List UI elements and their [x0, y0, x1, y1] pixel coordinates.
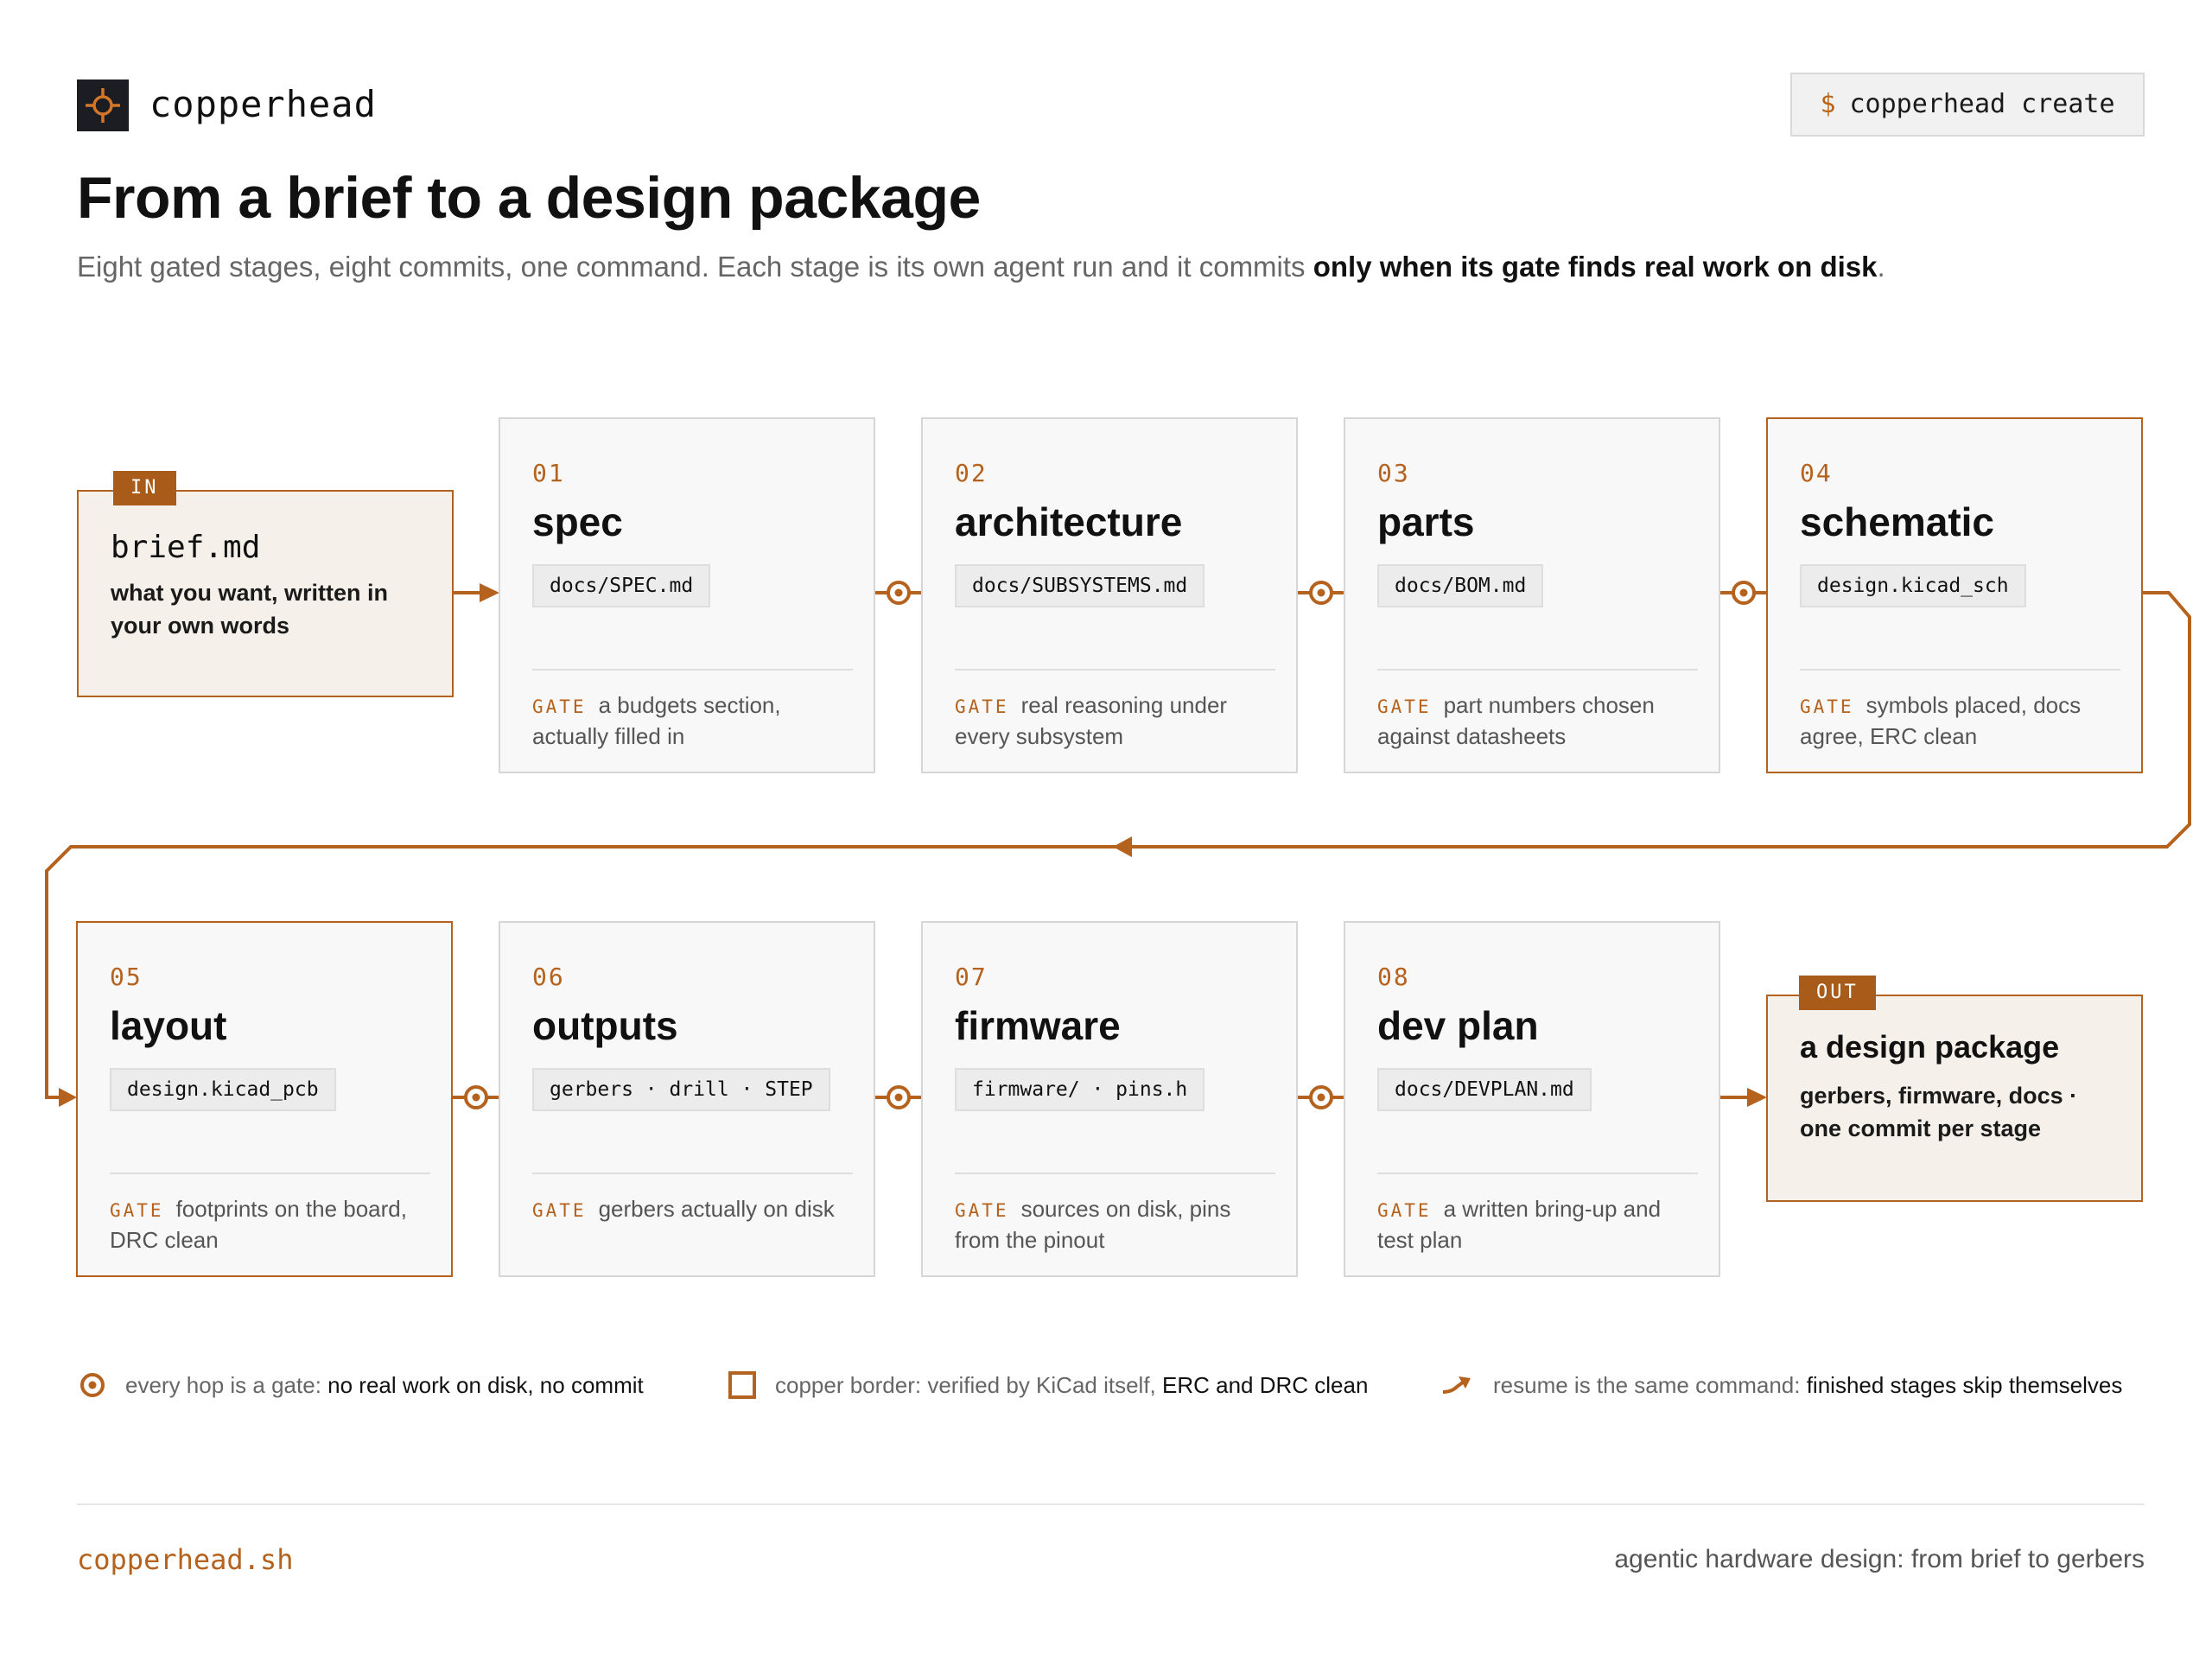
- stage-name: dev plan: [1377, 1003, 1539, 1048]
- stage-name: outputs: [532, 1003, 678, 1048]
- gate-label: GATE: [110, 1200, 164, 1221]
- gate-hop-icon: [80, 1373, 105, 1397]
- stage-gate: GATE footprints on the board, DRC clean: [110, 1194, 430, 1255]
- card-divider: [1800, 669, 2120, 671]
- stage-name: schematic: [1800, 499, 1995, 544]
- stage-name: layout: [110, 1003, 227, 1048]
- stage-number: 05: [110, 963, 143, 991]
- footer-tagline: agentic hardware design: from brief to g…: [1614, 1545, 2145, 1573]
- legend-item-gate: every hop is a gate: no real work on dis…: [77, 1363, 644, 1407]
- card-divider: [955, 669, 1275, 671]
- gate-label: GATE: [955, 1200, 1009, 1221]
- footer-site-link[interactable]: copperhead.sh: [77, 1543, 293, 1576]
- card-divider: [1377, 1173, 1698, 1174]
- resume-arrow-icon: [1442, 1376, 1471, 1394]
- stage-gate: GATE sources on disk, pins from the pinou…: [955, 1194, 1275, 1255]
- legend-text: copper border: verified by KiCad itself,…: [775, 1371, 1369, 1398]
- stage-gate: GATE real reasoning under every subsystem: [955, 690, 1275, 751]
- output-title: a design package: [1800, 1029, 2060, 1065]
- input-description: what you want, written in your own words: [111, 580, 389, 639]
- stage-file: design.kicad_pcb: [110, 1068, 336, 1111]
- gate-text: gerbers actually on disk: [598, 1196, 835, 1222]
- stage-gate: GATE part numbers chosen against datashee…: [1377, 690, 1698, 751]
- legend: every hop is a gate: no real work on dis…: [77, 1363, 2145, 1407]
- stage-name: parts: [1377, 499, 1475, 544]
- stage-file: docs/SUBSYSTEMS.md: [955, 564, 1205, 607]
- legend-item-copper: copper border: verified by KiCad itself,…: [727, 1363, 1368, 1407]
- stage-name: spec: [532, 499, 623, 544]
- stage-gate: GATE symbols placed, docs agree, ERC clea…: [1800, 690, 2120, 751]
- stage-card-outputs[interactable]: 06 outputs gerbers · drill · STEP GATE ge…: [499, 921, 875, 1277]
- stage-file: docs/BOM.md: [1377, 564, 1544, 607]
- card-divider: [532, 1173, 853, 1174]
- output-box: a design package gerbers, firmware, docs…: [1766, 995, 2143, 1202]
- gate-label: GATE: [1377, 1200, 1432, 1221]
- output-description: gerbers, firmware, docs · one commit per…: [1800, 1083, 2078, 1141]
- stage-file: docs/DEVPLAN.md: [1377, 1068, 1592, 1111]
- legend-text: every hop is a gate: no real work on dis…: [125, 1371, 644, 1398]
- stage-card-schematic[interactable]: 04 schematic design.kicad_sch GATE symbol…: [1766, 417, 2143, 773]
- stage-number: 01: [532, 459, 565, 487]
- gate-label: GATE: [1377, 696, 1432, 717]
- stage-gate: GATE a budgets section, actually filled i…: [532, 690, 853, 751]
- stage-name: architecture: [955, 499, 1183, 544]
- stage-file: firmware/ · pins.h: [955, 1068, 1205, 1111]
- stage-card-spec[interactable]: 01 spec docs/SPEC.md GATE a budgets secti…: [499, 417, 875, 773]
- footer-divider: [77, 1503, 2145, 1505]
- input-box: brief.md what you want, written in your …: [77, 490, 454, 697]
- gate-label: GATE: [1800, 696, 1854, 717]
- gate-label: GATE: [532, 696, 587, 717]
- legend-text: resume is the same command: finished sta…: [1493, 1371, 2123, 1398]
- stage-name: firmware: [955, 1003, 1121, 1048]
- stage-card-layout[interactable]: 05 layout design.kicad_pcb GATE footprint…: [76, 921, 453, 1277]
- stage-gate: GATE gerbers actually on disk: [532, 1194, 853, 1225]
- arrowhead-in: [480, 583, 499, 602]
- gate-label: GATE: [955, 696, 1009, 717]
- stage-number: 04: [1800, 459, 1833, 487]
- arrowhead-layout: [59, 1088, 77, 1107]
- stage-number: 03: [1377, 459, 1410, 487]
- stage-card-dev-plan[interactable]: 08 dev plan docs/DEVPLAN.md GATE a writte…: [1344, 921, 1720, 1277]
- stage-gate: GATE a written bring-up and test plan: [1377, 1194, 1698, 1255]
- copper-square-icon: [728, 1371, 756, 1399]
- stage-number: 07: [955, 963, 988, 991]
- flow-connectors: [45, 581, 2191, 1109]
- input-tag: IN: [113, 471, 176, 505]
- stage-card-architecture[interactable]: 02 architecture docs/SUBSYSTEMS.md GATE r…: [921, 417, 1298, 773]
- arrowhead-wrap: [1113, 836, 1132, 857]
- arrowhead-out: [1747, 1088, 1767, 1107]
- card-divider: [110, 1173, 430, 1174]
- stage-file: design.kicad_sch: [1800, 564, 2026, 607]
- legend-item-resume: resume is the same command: finished sta…: [1440, 1363, 2122, 1407]
- stage-card-parts[interactable]: 03 parts docs/BOM.md GATE part numbers ch…: [1344, 417, 1720, 773]
- card-divider: [955, 1173, 1275, 1174]
- card-divider: [1377, 669, 1698, 671]
- stage-number: 08: [1377, 963, 1410, 991]
- input-title: brief.md: [111, 530, 261, 565]
- gate-label: GATE: [532, 1200, 587, 1221]
- stage-number: 06: [532, 963, 565, 991]
- stage-card-firmware[interactable]: 07 firmware firmware/ · pins.h GATE sourc…: [921, 921, 1298, 1277]
- output-tag: OUT: [1799, 976, 1876, 1010]
- card-divider: [532, 669, 853, 671]
- stage-file: docs/SPEC.md: [532, 564, 711, 607]
- stage-number: 02: [955, 459, 988, 487]
- stage-file: gerbers · drill · STEP: [532, 1068, 830, 1111]
